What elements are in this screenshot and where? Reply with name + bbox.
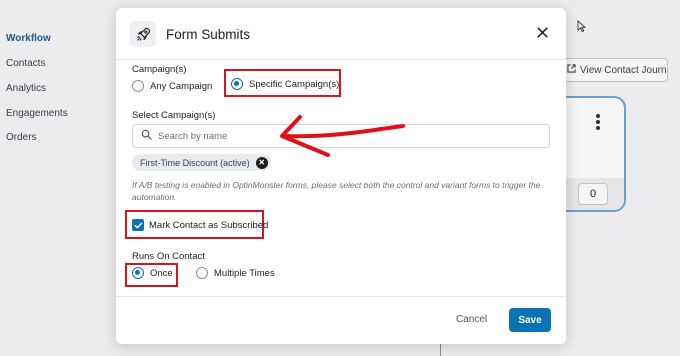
remove-tag-icon[interactable]: ✕ xyxy=(255,156,268,169)
modal-title: Form Submits xyxy=(166,27,251,42)
ab-testing-help-text: If A/B testing is enabled in OptinMonste… xyxy=(132,180,541,202)
select-campaigns-label: Select Campaign(s) xyxy=(132,110,216,121)
radio-any-campaign-label: Any Campaign xyxy=(150,80,213,92)
campaign-search-input[interactable] xyxy=(158,130,518,142)
save-button[interactable]: Save xyxy=(509,308,551,332)
radio-specific-campaigns-control[interactable] xyxy=(231,78,243,90)
radio-any-campaign-control[interactable] xyxy=(132,80,144,92)
mark-subscribed-checkbox-row[interactable]: Mark Contact as Subscribed xyxy=(132,219,268,231)
runs-on-contact-label: Runs On Contact xyxy=(132,251,205,262)
mark-subscribed-checkbox[interactable] xyxy=(132,219,144,231)
radio-any-campaign[interactable]: Any Campaign xyxy=(132,80,212,92)
cancel-button[interactable]: Cancel xyxy=(456,314,487,325)
radio-multiple-times-label: Multiple Times xyxy=(214,267,275,279)
selected-campaign-tag-label: First-Time Discount (active) xyxy=(140,157,250,168)
modal-header: Form Submits xyxy=(116,8,566,60)
radio-multiple-times-control[interactable] xyxy=(196,267,208,279)
search-icon xyxy=(141,129,152,143)
form-submits-modal: Form Submits Campaign(s) Any Campaign Sp… xyxy=(116,8,566,344)
radio-once-label: Once xyxy=(150,267,173,279)
campaign-search-field[interactable] xyxy=(132,124,550,148)
campaigns-label: Campaign(s) xyxy=(132,64,187,75)
selected-campaign-tag: First-Time Discount (active) ✕ xyxy=(132,154,271,171)
radio-specific-campaigns-label: Specific Campaign(s) xyxy=(249,78,340,90)
radio-once-control[interactable] xyxy=(132,267,144,279)
modal-footer: Cancel Save xyxy=(116,296,566,344)
rocket-icon xyxy=(130,21,156,47)
mark-subscribed-label: Mark Contact as Subscribed xyxy=(149,219,269,231)
radio-once[interactable]: Once xyxy=(132,267,173,279)
close-icon[interactable] xyxy=(536,26,550,40)
radio-specific-campaigns[interactable]: Specific Campaign(s) xyxy=(231,78,339,90)
radio-multiple-times[interactable]: Multiple Times xyxy=(196,267,275,279)
